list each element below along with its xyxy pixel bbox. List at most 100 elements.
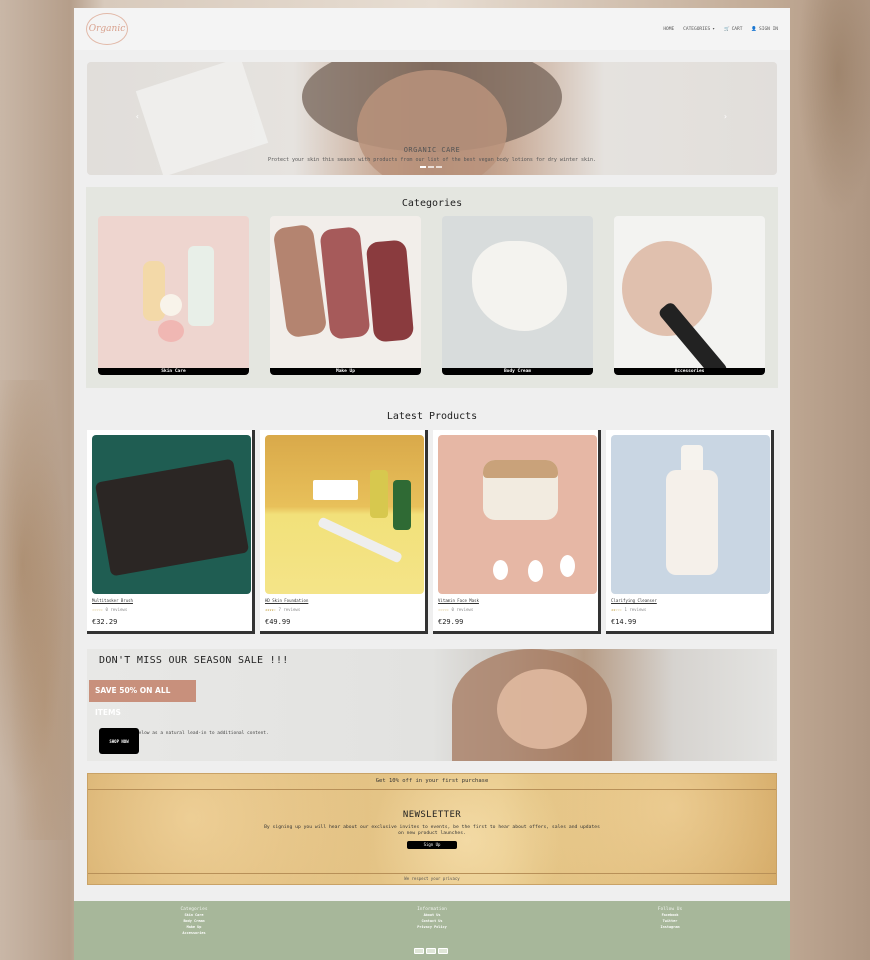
nav-cart[interactable]: 🛒 CART xyxy=(724,27,742,32)
jar-lid xyxy=(483,460,558,478)
product-name[interactable]: Vitamin Face Mask xyxy=(438,598,593,603)
star-icon: ☆☆☆☆☆ xyxy=(438,607,449,612)
swatch xyxy=(365,239,415,343)
hero-caption: ORGANIC CARE Protect your skin this seas… xyxy=(87,146,777,163)
logo-text: Organic xyxy=(88,24,126,34)
cream-swatch xyxy=(472,241,567,331)
product-image[interactable] xyxy=(92,435,251,594)
user-icon: 👤 xyxy=(751,26,758,32)
footer-link[interactable]: Instagram xyxy=(630,924,710,930)
product-jar xyxy=(160,294,182,316)
product-jar xyxy=(158,320,184,342)
paypal-icon xyxy=(438,948,448,954)
product-image[interactable] xyxy=(438,435,597,594)
prev-arrow-icon[interactable]: ‹ xyxy=(135,112,140,121)
sale-image xyxy=(497,669,587,749)
nav-categories[interactable]: CATEGORIES ▾ xyxy=(683,27,715,32)
latest-products-title: Latest Products xyxy=(386,411,478,422)
payment-icons xyxy=(414,948,448,954)
sign-up-button[interactable]: Sign Up xyxy=(407,841,457,849)
shop-now-button[interactable]: SHOP NOW xyxy=(99,728,139,754)
swatch xyxy=(272,223,328,339)
product-rating: ★★☆☆☆ 1 reviews xyxy=(611,607,766,612)
privacy-note: We respect your privacy xyxy=(88,873,776,884)
product-card[interactable]: HD Skin Foundation ★★★★☆ 7 reviews €49.99 xyxy=(260,430,428,634)
nav-signin-label: SIGN IN xyxy=(759,26,778,32)
header: Organic HOME CATEGORIES ▾ 🛒 CART 👤 SIGN IN xyxy=(74,8,790,50)
brush-roll xyxy=(94,458,250,577)
product-price: €32.29 xyxy=(92,618,118,626)
cream-dot xyxy=(528,560,543,582)
review-count: 7 reviews xyxy=(278,607,301,612)
sale-banner: DON'T MISS OUR SEASON SALE !!! SAVE 50% … xyxy=(87,649,777,761)
hero-text: Protect your skin this season with produ… xyxy=(267,157,597,163)
category-label: Skin Care xyxy=(98,368,249,375)
footer-link[interactable]: Accessories xyxy=(154,930,234,936)
product-grid: Multitasker Brush ☆☆☆☆☆ 0 reviews €32.29 … xyxy=(87,430,774,634)
bottle xyxy=(393,480,411,530)
nav-signin[interactable]: 👤 SIGN IN xyxy=(751,27,778,32)
next-arrow-icon[interactable]: › xyxy=(723,112,728,121)
footer-heading: Follow Us xyxy=(657,907,683,912)
newsletter-promo: Get 10% off in your first purchase xyxy=(88,774,776,790)
nav-home[interactable]: HOME xyxy=(663,27,674,32)
category-card-accessories[interactable]: Accessories xyxy=(614,216,765,375)
category-label: Make Up xyxy=(270,368,421,375)
carousel-indicators[interactable] xyxy=(420,166,442,168)
cream-dot xyxy=(493,560,508,580)
chevron-down-icon: ▾ xyxy=(712,26,715,32)
review-count: 1 reviews xyxy=(624,607,647,612)
review-count: 0 reviews xyxy=(105,607,128,612)
footer-heading: Categories xyxy=(180,907,208,912)
category-label: Body Cream xyxy=(442,368,593,375)
product-name[interactable]: Multitasker Brush xyxy=(92,598,247,603)
visa-icon xyxy=(414,948,424,954)
nav-categories-label: CATEGORIES xyxy=(683,26,711,32)
category-card-make-up[interactable]: Make Up xyxy=(270,216,421,375)
sale-text: g text below as a natural lead-in to add… xyxy=(117,731,269,736)
carousel-dot[interactable] xyxy=(428,166,434,168)
footer-categories: Categories Skin Care Body Cream Make Up … xyxy=(154,907,234,936)
product-card[interactable]: Vitamin Face Mask ☆☆☆☆☆ 0 reviews €29.99 xyxy=(433,430,601,634)
category-card-body-cream[interactable]: Body Cream xyxy=(442,216,593,375)
category-card-skin-care[interactable]: Skin Care xyxy=(98,216,249,375)
product-name[interactable]: Clarifying Cleanser xyxy=(611,598,766,603)
background-decoration xyxy=(790,0,870,240)
carousel-dot[interactable] xyxy=(420,166,426,168)
product-image[interactable] xyxy=(265,435,424,594)
mastercard-icon xyxy=(426,948,436,954)
product-price: €14.99 xyxy=(611,618,637,626)
palette xyxy=(313,480,358,500)
product-rating: ★★★★☆ 7 reviews xyxy=(265,607,420,612)
cream-dot xyxy=(560,555,575,577)
product-rating: ☆☆☆☆☆ 0 reviews xyxy=(438,607,593,612)
footer-link[interactable]: Privacy Policy xyxy=(392,924,472,930)
swatch xyxy=(319,226,371,340)
cart-icon: 🛒 xyxy=(723,26,730,32)
product-name[interactable]: HD Skin Foundation xyxy=(265,598,420,603)
bottle xyxy=(370,470,388,518)
carousel-dot[interactable] xyxy=(436,166,442,168)
categories-section: Categories Skin Care Make Up Body Cream xyxy=(86,187,778,388)
sale-heading: DON'T MISS OUR SEASON SALE !!! xyxy=(99,655,289,666)
star-icon: ★★★★☆ xyxy=(265,607,276,612)
bottle xyxy=(666,470,718,575)
hero-carousel[interactable]: ‹ › ORGANIC CARE Protect your skin this … xyxy=(87,62,777,175)
page: Organic HOME CATEGORIES ▾ 🛒 CART 👤 SIGN IN … xyxy=(74,8,790,960)
product-card[interactable]: Multitasker Brush ☆☆☆☆☆ 0 reviews €32.29 xyxy=(87,430,255,634)
product-image[interactable] xyxy=(611,435,770,594)
product-rating: ☆☆☆☆☆ 0 reviews xyxy=(92,607,247,612)
product-card[interactable]: Clarifying Cleanser ★★☆☆☆ 1 reviews €14.9… xyxy=(606,430,774,634)
product-price: €29.99 xyxy=(438,618,464,626)
nav-cart-label: CART xyxy=(731,26,743,32)
nav-bar: HOME CATEGORIES ▾ 🛒 CART 👤 SIGN IN xyxy=(663,27,778,32)
footer: Categories Skin Care Body Cream Make Up … xyxy=(74,901,790,960)
review-count: 0 reviews xyxy=(451,607,474,612)
background-decoration xyxy=(0,380,74,840)
pencil xyxy=(317,516,403,564)
product-price: €49.99 xyxy=(265,618,291,626)
product-bottle xyxy=(188,246,214,326)
logo[interactable]: Organic xyxy=(86,13,128,45)
newsletter-text: By signing up you will hear about our ex… xyxy=(264,825,600,836)
newsletter-title: NEWSLETTER xyxy=(402,810,462,820)
